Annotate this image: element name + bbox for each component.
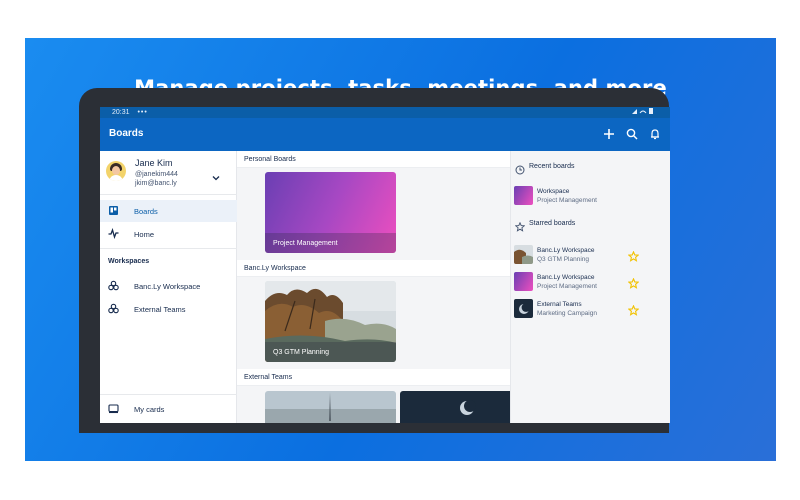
section-header: External Teams bbox=[237, 369, 510, 386]
divider bbox=[100, 394, 237, 395]
sidebar-item-label: My cards bbox=[134, 405, 165, 414]
board-card-external-1[interactable] bbox=[265, 391, 396, 423]
sidebar-item-home[interactable]: Home bbox=[100, 223, 237, 245]
sidebar-item-label: External Teams bbox=[134, 305, 186, 314]
sidebar-item-label: Boards bbox=[134, 207, 158, 216]
starred-board-item[interactable]: Banc.Ly Workspace Q3 GTM Planning bbox=[511, 243, 670, 267]
sidebar-item-label: Banc.Ly Workspace bbox=[134, 282, 201, 291]
starred-board-item[interactable]: Banc.Ly Workspace Project Management bbox=[511, 270, 670, 294]
status-time: 20:31 bbox=[112, 109, 130, 116]
signal-battery-icon bbox=[632, 108, 653, 114]
board-thumbnail bbox=[514, 186, 533, 205]
board-name: Project Management bbox=[537, 283, 597, 290]
user-handle: @janekim444 bbox=[135, 171, 178, 178]
user-profile[interactable]: Jane Kim @janekim444 jkim@banc.ly bbox=[100, 151, 237, 195]
board-name: Q3 GTM Planning bbox=[537, 256, 590, 263]
board-workspace: Workspace bbox=[537, 188, 570, 195]
board-thumbnail bbox=[514, 299, 533, 318]
clock-icon bbox=[515, 162, 525, 175]
board-icon bbox=[108, 205, 119, 216]
user-email: jkim@banc.ly bbox=[135, 180, 177, 187]
board-card-q3-gtm-planning[interactable]: Q3 GTM Planning bbox=[265, 281, 396, 362]
section-header: Personal Boards bbox=[237, 151, 510, 168]
board-name: Project Management bbox=[537, 197, 597, 204]
star-icon[interactable] bbox=[627, 249, 640, 262]
tower-image bbox=[265, 391, 396, 423]
board-workspace: Banc.Ly Workspace bbox=[537, 274, 595, 281]
chevron-down-icon[interactable] bbox=[211, 170, 221, 181]
board-name: Marketing Campaign bbox=[537, 310, 597, 317]
star-icon[interactable] bbox=[627, 276, 640, 289]
sidebar: Jane Kim @janekim444 jkim@banc.ly Boards… bbox=[100, 151, 237, 423]
board-workspace: Banc.Ly Workspace bbox=[537, 247, 595, 254]
workspace-icon bbox=[108, 303, 119, 314]
status-dots: ••• bbox=[137, 109, 148, 116]
divider bbox=[100, 248, 237, 249]
sidebar-item-banc-ly-workspace[interactable]: Banc.Ly Workspace bbox=[100, 275, 237, 297]
recent-starred-panel: Recent boards Workspace Project Manageme… bbox=[510, 151, 670, 423]
app-bar-title: Boards bbox=[109, 128, 144, 139]
workspace-icon bbox=[108, 280, 119, 291]
board-title: Project Management bbox=[265, 233, 396, 253]
star-icon bbox=[514, 219, 526, 232]
search-icon[interactable] bbox=[622, 124, 642, 144]
user-name: Jane Kim bbox=[135, 158, 173, 168]
recent-boards-title: Recent boards bbox=[529, 163, 575, 170]
sidebar-item-label: Home bbox=[134, 230, 155, 239]
recent-board-item[interactable]: Workspace Project Management bbox=[511, 184, 670, 208]
board-thumbnail bbox=[514, 272, 533, 291]
status-bar: 20:31 ••• bbox=[100, 107, 670, 118]
bell-icon[interactable] bbox=[645, 124, 665, 144]
app-bar: Boards bbox=[100, 118, 670, 151]
workspaces-title: Workspaces bbox=[108, 258, 150, 265]
section-header: Banc.Ly Workspace bbox=[237, 260, 510, 277]
avatar bbox=[106, 161, 126, 181]
boards-list: Personal Boards Project Management Banc.… bbox=[237, 151, 531, 423]
sidebar-item-boards[interactable]: Boards bbox=[100, 200, 237, 222]
sidebar-item-my-cards[interactable]: My cards bbox=[100, 398, 237, 420]
board-workspace: External Teams bbox=[537, 301, 582, 308]
app-screen: 20:31 ••• Boards Jane Kim @janekim444 jk… bbox=[100, 107, 670, 423]
board-thumbnail bbox=[514, 245, 533, 264]
board-title: Q3 GTM Planning bbox=[265, 342, 396, 362]
card-icon bbox=[108, 403, 119, 414]
starred-board-item[interactable]: External Teams Marketing Campaign bbox=[511, 297, 670, 321]
board-card-project-management[interactable]: Project Management bbox=[265, 172, 396, 253]
star-icon[interactable] bbox=[627, 303, 640, 316]
plus-icon[interactable] bbox=[599, 124, 619, 144]
activity-icon bbox=[108, 227, 119, 240]
starred-boards-title: Starred boards bbox=[529, 220, 576, 227]
sidebar-item-external-teams[interactable]: External Teams bbox=[100, 298, 237, 320]
